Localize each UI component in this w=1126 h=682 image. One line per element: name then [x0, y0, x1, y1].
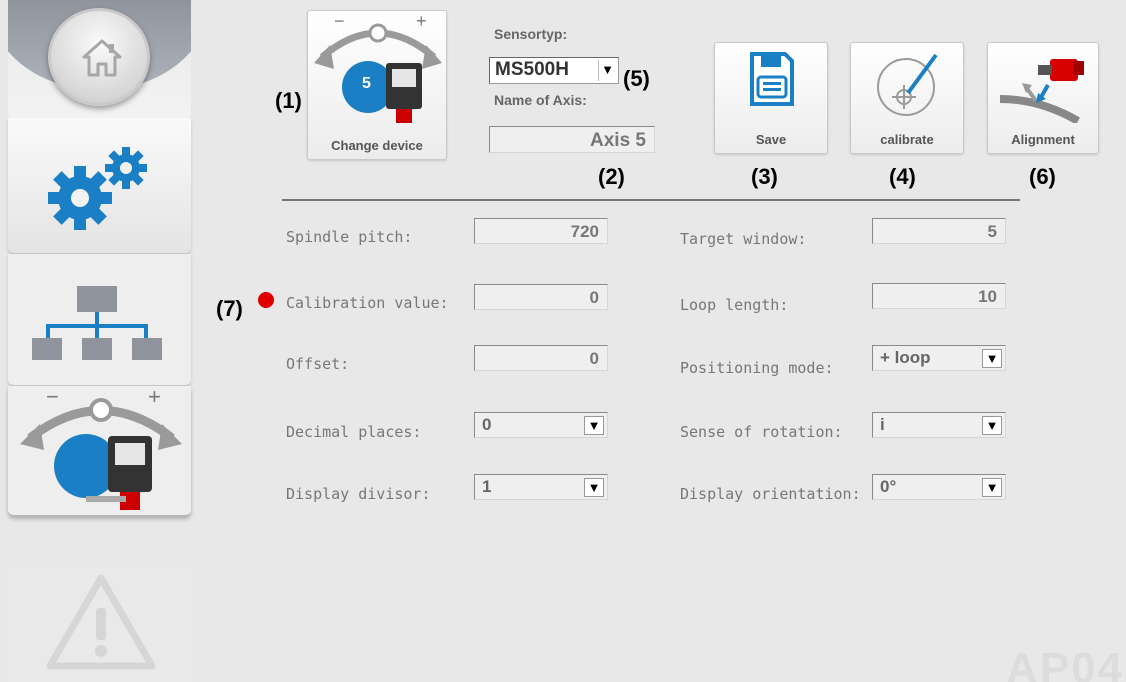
- offset-input[interactable]: 0: [474, 345, 608, 371]
- svg-text:+: +: [416, 13, 427, 31]
- calibration-value-input[interactable]: 0: [474, 284, 608, 310]
- sensor-type-select[interactable]: MS500H ▼: [489, 57, 619, 84]
- positioning-mode-label: Positioning mode:: [680, 359, 834, 377]
- loop-length-label: Loop length:: [680, 296, 789, 314]
- spindle-pitch-label: Spindle pitch:: [286, 228, 413, 246]
- display-divisor-label: Display divisor:: [286, 485, 431, 503]
- loop-length-input[interactable]: 10: [872, 283, 1006, 309]
- change-device-label: Change device: [331, 138, 423, 153]
- calibrate-button[interactable]: calibrate: [850, 42, 964, 154]
- target-window-label: Target window:: [680, 230, 807, 248]
- warning-icon: [46, 574, 156, 670]
- display-orientation-label: Display orientation:: [680, 485, 861, 503]
- calibrate-icon: [877, 53, 938, 116]
- alignment-button[interactable]: Alignment: [987, 42, 1099, 154]
- callout-4: (4): [889, 164, 916, 189]
- chevron-down-icon: ▼: [982, 416, 1002, 435]
- axis-name-input[interactable]: Axis 5: [489, 126, 655, 153]
- svg-text:+: +: [148, 388, 161, 409]
- calibrate-label: calibrate: [880, 132, 934, 147]
- chevron-down-icon: ▼: [584, 416, 604, 435]
- display-orientation-value: 0°: [880, 477, 897, 496]
- sense-of-rotation-select[interactable]: i ▼: [872, 412, 1006, 438]
- sidebar-home-tile[interactable]: [8, 0, 191, 118]
- svg-text:−: −: [46, 388, 59, 409]
- decimal-places-label: Decimal places:: [286, 423, 422, 441]
- section-divider: [282, 199, 1020, 201]
- device-adjust-icon: − +: [314, 13, 442, 123]
- decimal-places-value: 0: [482, 415, 492, 434]
- sidebar-network-tile[interactable]: [8, 254, 191, 386]
- decimal-places-select[interactable]: 0 ▼: [474, 412, 608, 438]
- display-orientation-select[interactable]: 0° ▼: [872, 474, 1006, 500]
- save-label: Save: [755, 132, 787, 147]
- sidebar-warning-tile[interactable]: [8, 562, 191, 682]
- offset-label: Offset:: [286, 355, 350, 373]
- positioning-mode-select[interactable]: + loop ▼: [872, 345, 1006, 371]
- device-number-badge: 5: [362, 75, 371, 92]
- gears-icon: [48, 147, 147, 230]
- home-icon: [82, 39, 122, 77]
- sidebar: − +: [8, 0, 191, 682]
- spindle-pitch-input[interactable]: 720: [474, 218, 608, 244]
- sidebar-settings-tile[interactable]: [8, 118, 191, 254]
- floppy-disk-icon: [750, 52, 794, 106]
- target-window-input[interactable]: 5: [872, 218, 1006, 244]
- change-device-button[interactable]: − + 5 Change device: [307, 10, 447, 160]
- callout-7: (7): [216, 296, 243, 321]
- svg-text:−: −: [334, 13, 345, 31]
- sensor-type-value: MS500H: [495, 59, 569, 80]
- alignment-icon: [999, 59, 1084, 123]
- axis-name-label: Name of Axis:: [494, 92, 587, 108]
- callout-1: (1): [275, 88, 302, 113]
- positioning-mode-value: + loop: [880, 348, 931, 367]
- display-divisor-value: 1: [482, 477, 492, 496]
- callout-6: (6): [1029, 164, 1056, 189]
- callout-2: (2): [598, 164, 625, 189]
- indicator-dot: [258, 292, 274, 308]
- chevron-down-icon: ▼: [598, 60, 616, 81]
- callout-3: (3): [751, 164, 778, 189]
- home-button[interactable]: [48, 8, 150, 106]
- save-button[interactable]: Save: [714, 42, 828, 154]
- sidebar-device-tile[interactable]: − +: [8, 386, 191, 516]
- display-divisor-select[interactable]: 1 ▼: [474, 474, 608, 500]
- calibration-value-label: Calibration value:: [286, 294, 449, 312]
- network-tree-icon: [32, 286, 162, 360]
- device-watermark: AP04S: [1006, 644, 1126, 682]
- sensor-type-label: Sensortyp:: [494, 26, 568, 42]
- sense-of-rotation-value: i: [880, 415, 885, 434]
- alignment-label: Alignment: [1011, 132, 1075, 147]
- sense-of-rotation-label: Sense of rotation:: [680, 423, 843, 441]
- device-adjust-icon: − +: [20, 388, 182, 510]
- chevron-down-icon: ▼: [584, 478, 604, 497]
- chevron-down-icon: ▼: [982, 349, 1002, 368]
- callout-5: (5): [623, 66, 650, 91]
- chevron-down-icon: ▼: [982, 478, 1002, 497]
